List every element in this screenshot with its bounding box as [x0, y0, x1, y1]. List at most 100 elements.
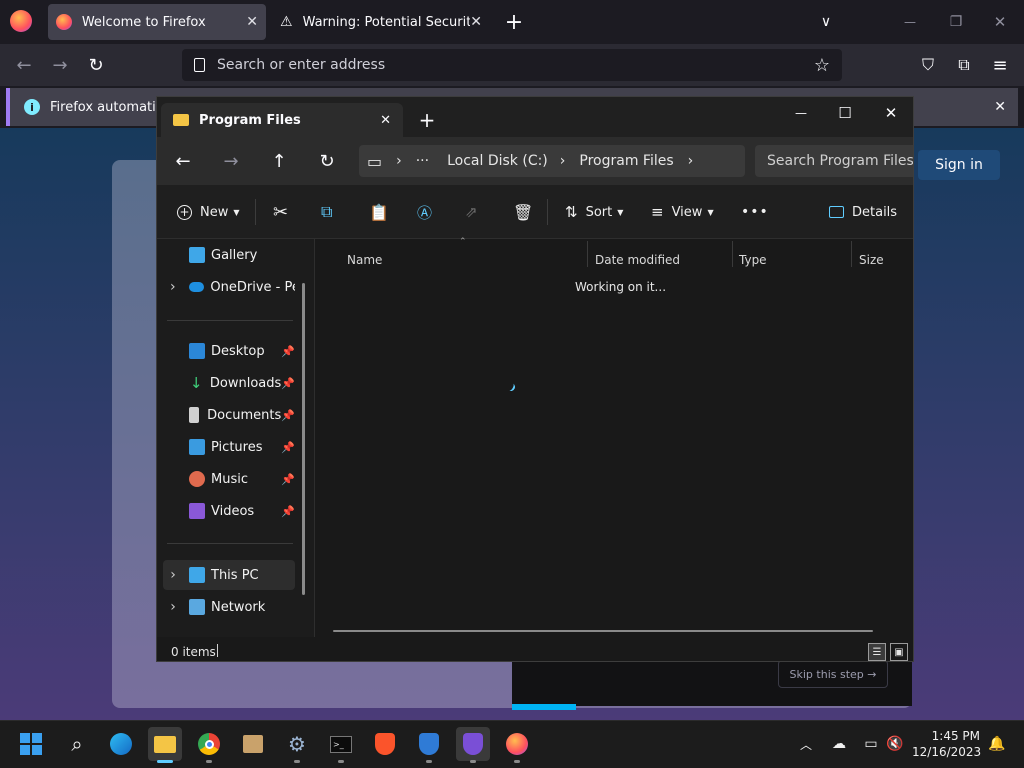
file-explorer-icon[interactable]: [148, 727, 182, 761]
clock[interactable]: 1:45 PM 12/16/2023: [912, 728, 981, 760]
sidebar-item-desktop[interactable]: Desktop 📌: [163, 336, 295, 366]
sidebar-item-pictures[interactable]: Pictures 📌: [163, 432, 295, 462]
brave-icon[interactable]: [368, 727, 402, 761]
page-icon: [194, 58, 205, 72]
sidebar-item-downloads[interactable]: ↓ Downloads 📌: [163, 368, 295, 398]
breadcrumb-more[interactable]: ···: [416, 153, 429, 169]
menu-icon[interactable]: ≡: [986, 51, 1014, 79]
explorer-minimize-button[interactable]: —: [787, 99, 815, 127]
terminal-icon[interactable]: >_: [324, 727, 358, 761]
large-icons-view-icon[interactable]: ▣: [890, 643, 908, 661]
brave-beta-icon[interactable]: [412, 727, 446, 761]
search-icon[interactable]: ⌕: [60, 727, 94, 761]
back-button[interactable]: ←: [10, 51, 38, 79]
new-tab-button[interactable]: +: [500, 8, 528, 36]
close-button[interactable]: ✕: [986, 8, 1014, 36]
network-icon[interactable]: ▭: [858, 727, 884, 761]
explorer-tab-program-files[interactable]: Program Files ✕: [161, 103, 403, 137]
sidebar-item-videos[interactable]: Videos 📌: [163, 496, 295, 526]
tab-close-icon[interactable]: ✕: [470, 14, 482, 30]
notifications-bell-icon[interactable]: 🔔: [986, 727, 1008, 761]
sidebar-item-network[interactable]: › Network: [163, 592, 295, 622]
details-button[interactable]: Details: [829, 197, 897, 227]
running-app-indicator: [206, 760, 212, 763]
sidebar-item-music[interactable]: Music 📌: [163, 464, 295, 494]
tab-welcome[interactable]: Welcome to Firefox ✕: [48, 4, 266, 40]
paste-icon[interactable]: 📋: [369, 197, 389, 227]
breadcrumb-separator[interactable]: ›: [560, 153, 566, 169]
chevron-right-icon[interactable]: ›: [163, 567, 183, 583]
sidebar-item-onedrive[interactable]: › OneDrive - Perso: [163, 272, 295, 302]
column-divider[interactable]: [732, 241, 733, 267]
column-header-date-modified[interactable]: Date modified: [595, 247, 680, 273]
tab-security-warning[interactable]: ⚠ Warning: Potential Security Risk ✕: [272, 4, 490, 40]
sidebar-item-label: Documents: [207, 407, 282, 423]
bookmark-star-icon[interactable]: ☆: [814, 55, 830, 76]
sidebar-item-this-pc[interactable]: › This PC: [163, 560, 295, 590]
rename-icon[interactable]: Ⓐ: [417, 197, 432, 227]
column-header-size[interactable]: Size: [859, 247, 884, 273]
column-header-name[interactable]: Name: [347, 247, 382, 273]
search-input[interactable]: Search Program Files: [755, 145, 913, 177]
store-icon[interactable]: [236, 727, 270, 761]
pin-icon: 📌: [281, 472, 295, 486]
url-bar[interactable]: Search or enter address ☆: [182, 49, 842, 81]
more-options-icon[interactable]: •••: [741, 197, 769, 227]
edge-dev-icon[interactable]: [104, 727, 138, 761]
list-all-tabs-button[interactable]: ∨: [812, 8, 840, 36]
chevron-right-icon[interactable]: ›: [163, 279, 183, 295]
horizontal-scrollbar[interactable]: [333, 630, 873, 632]
show-hidden-icons-icon[interactable]: ︿: [794, 727, 818, 761]
start-icon[interactable]: [14, 727, 48, 761]
column-divider[interactable]: [851, 241, 852, 267]
firefox-view-icon[interactable]: [10, 10, 32, 32]
chevron-down-icon: ▼: [617, 207, 624, 217]
tab-close-icon[interactable]: ✕: [246, 14, 258, 30]
chevron-right-icon[interactable]: ›: [163, 599, 183, 615]
brave-nightly-icon[interactable]: [456, 727, 490, 761]
explorer-maximize-button[interactable]: ☐: [831, 99, 859, 127]
breadcrumb-separator[interactable]: ›: [396, 153, 402, 169]
restore-button[interactable]: ❐: [942, 8, 970, 36]
explorer-refresh-button[interactable]: ↻: [313, 147, 341, 175]
onedrive-offline-icon[interactable]: ☁: [826, 727, 852, 761]
firefox-icon[interactable]: [500, 727, 534, 761]
sidebar-item-gallery[interactable]: Gallery: [163, 240, 295, 270]
extensions-icon[interactable]: ⧉: [950, 51, 978, 79]
pocket-icon[interactable]: ⛉: [914, 51, 942, 79]
chrome-icon[interactable]: [192, 727, 226, 761]
share-icon[interactable]: ⇗: [465, 197, 478, 227]
explorer-new-tab-button[interactable]: +: [413, 106, 441, 134]
volume-muted-icon[interactable]: 🔇: [884, 727, 906, 761]
breadcrumb-separator[interactable]: ›: [688, 153, 694, 169]
settings-icon[interactable]: ⚙: [280, 727, 314, 761]
sidebar-scrollbar[interactable]: [302, 283, 305, 595]
cut-icon[interactable]: ✂: [273, 197, 288, 227]
skip-step-button[interactable]: Skip this step →: [778, 660, 888, 688]
copy-icon[interactable]: ⧉: [321, 197, 332, 227]
column-header-type[interactable]: Type: [739, 247, 767, 273]
minimize-button[interactable]: —: [896, 8, 924, 36]
address-bar[interactable]: ▭ › ··· Local Disk (C:) › Program Files …: [359, 145, 745, 177]
sign-in-button[interactable]: Sign in: [918, 150, 1000, 180]
new-button[interactable]: + New ▼: [177, 197, 240, 227]
sidebar-item-documents[interactable]: Documents 📌: [163, 400, 295, 430]
explorer-tab-close-icon[interactable]: ✕: [380, 113, 391, 128]
explorer-forward-button[interactable]: →: [217, 147, 245, 175]
explorer-close-button[interactable]: ✕: [877, 99, 905, 127]
column-divider[interactable]: [587, 241, 588, 267]
reload-button[interactable]: ↻: [82, 51, 110, 79]
notification-close-icon[interactable]: ✕: [994, 99, 1006, 115]
breadcrumb-local-disk[interactable]: Local Disk (C:): [447, 153, 548, 169]
sort-button-label: Sort: [585, 204, 613, 220]
view-button[interactable]: ≡ View ▼: [651, 197, 714, 227]
sort-button[interactable]: ⇅ Sort ▼: [565, 197, 623, 227]
delete-icon[interactable]: 🗑: [513, 197, 533, 227]
explorer-back-button[interactable]: ←: [169, 147, 197, 175]
forward-button[interactable]: →: [46, 51, 74, 79]
explorer-up-button[interactable]: ↑: [265, 147, 293, 175]
details-view-icon[interactable]: ☰: [868, 643, 886, 661]
breadcrumb-program-files[interactable]: Program Files: [579, 153, 673, 169]
pane-divider[interactable]: [314, 239, 315, 637]
this-pc-icon[interactable]: ▭: [367, 152, 382, 171]
